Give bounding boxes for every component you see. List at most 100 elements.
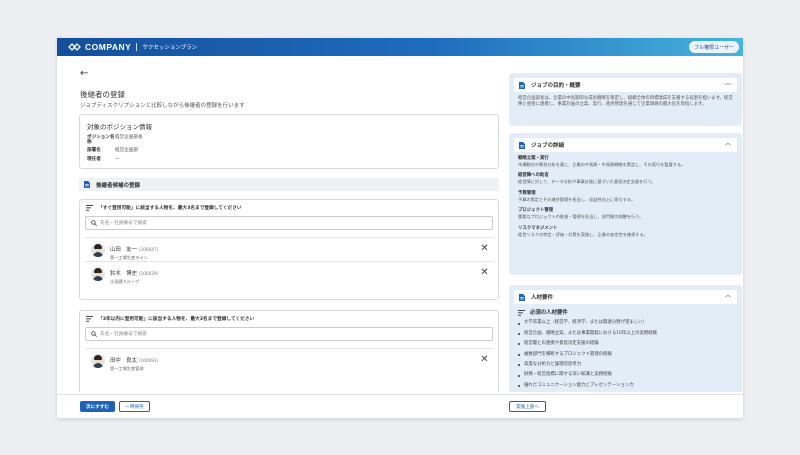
avatar — [91, 266, 105, 281]
position-info-heading: 対象のポジション情報 — [87, 123, 152, 131]
successor-section-header: 後継者候補の登録 — [79, 178, 499, 191]
list-filter-icon — [86, 205, 93, 211]
candidate-id: (100047) — [138, 247, 159, 253]
document-icon — [84, 181, 90, 188]
header-divider — [136, 43, 138, 51]
candidate-id: (100091) — [138, 358, 159, 364]
candidate-info: 山田 友一 (100047) 第一工場生産ライン — [110, 238, 158, 260]
remove-candidate-close-icon[interactable]: ✕ — [479, 243, 490, 254]
job-purpose-text: 経営企画部長は、企業の中長期的な成長戦略を策定し、組織全体の目標達成を支援する役… — [518, 96, 733, 108]
chevron-up-icon[interactable]: ︿ — [725, 141, 731, 147]
document-icon — [519, 293, 525, 301]
search-placeholder: 氏名・社員番号で検索 — [100, 332, 147, 337]
back-arrow-icon[interactable]: ← — [80, 69, 88, 79]
requirement-item: 大学卒業以上（経営学、経済学、または関連分野が望ましい） — [518, 318, 733, 328]
position-value: 経営企画部長 — [115, 135, 143, 140]
document-icon — [519, 81, 525, 89]
department-value: 経営企画部 — [115, 148, 138, 154]
user-role-badge[interactable]: フル権限ユーザー — [689, 41, 739, 53]
job-detail-text: 経営陣に対して、データ分析や事業計画に基づいた意思決定支援を行う。 — [518, 179, 656, 185]
job-detail-item: プロジェクト管理 重要なプロジェクトの推進・管理を担当し、部門間の調整を行う。 — [518, 208, 733, 220]
job-detail-item: 予算管理 予算の策定とその進捗管理を担当し、収益性向上に寄与する。 — [518, 191, 733, 203]
candidate-department: 第一工場生産ライン — [110, 255, 148, 261]
app-header: COMPANY サクセッションプラン フル権限ユーザー — [57, 38, 743, 56]
position-row: 現任者 ー — [87, 158, 491, 163]
incumbent-value: ー — [115, 157, 120, 163]
senior-button[interactable]: 実施上部へ — [509, 401, 546, 412]
list-filter-icon — [518, 310, 525, 316]
requirement-item: 高度な分析力と論理的思考力 — [518, 360, 733, 370]
requirement-item: 複数部門を横断するプロジェクト管理の経験 — [518, 350, 733, 360]
job-details-header[interactable]: ジョブの詳細 ︿ — [514, 138, 737, 152]
job-detail-item: 戦略立案・実行 市場動向や競合分析を基に、企業の中長期・中長期戦略を策定し、その… — [518, 156, 733, 168]
job-detail-item: リスクマネジメント 経営リスクの特定・評価・対策を実施し、企業の安定性を確保する… — [518, 226, 733, 238]
candidate-group-within-3-years: 「3年以内に登用可能」に該当する人物を、最大3名まで登録してください 氏名・社員… — [79, 310, 499, 392]
chevron-up-icon[interactable]: ︿ — [725, 293, 731, 299]
candidate-name: 田中 良太 — [110, 358, 137, 365]
candidate-row: 田中 良太 (100091) 第一工場生産管理 ✕ — [80, 349, 498, 372]
candidate-group-header: 「すぐ登用可能」に該当する人物を、最大3名まで登録してください — [80, 200, 498, 216]
candidate-department: 第一工場生産管理 — [110, 366, 144, 372]
requirements-title: 人材要件 — [531, 295, 554, 301]
job-description-pane[interactable]: ジョブの目的・概要 ︿ 経営企画部長は、企業の中長期的な成長戦略を策定し、組織全… — [509, 56, 743, 392]
position-row: 部署名 経営企画部 — [87, 149, 491, 154]
required-subheading: 必須の人材要件 — [518, 310, 733, 316]
requirement-item: 経営企画、戦略立案、または事業開発における10年以上の実務経験 — [518, 329, 733, 339]
document-icon — [519, 141, 525, 149]
requirement-item: 経営層との連携や意思決定支援の経験 — [518, 339, 733, 349]
footer-action-bar: 次にすすむ 一時保存 実施上部へ — [57, 394, 743, 418]
job-details-title: ジョブの詳細 — [531, 143, 565, 149]
page-subtitle: ジョブディスクリプションと比較しながら後継者の登録を行います — [80, 103, 245, 109]
save-draft-button[interactable]: 一時保存 — [119, 401, 150, 412]
remove-candidate-close-icon[interactable]: ✕ — [479, 267, 490, 278]
requirements-header[interactable]: 人材要件 ︿ — [514, 290, 737, 304]
candidate-group-heading: 「すぐ登用可能」に該当する人物を、最大3名まで登録してください — [98, 206, 242, 211]
job-details-list: 戦略立案・実行 市場動向や競合分析を基に、企業の中長期・中長期戦略を策定し、その… — [514, 152, 737, 238]
candidate-info: 田中 良太 (100091) 第一工場生産管理 — [110, 349, 158, 371]
candidate-search-input[interactable]: 氏名・社員番号で検索 — [85, 327, 493, 341]
position-info-panel: 対象のポジション情報 ポジション名称 経営企画部長 部署名 経営企画部 現任者 … — [79, 114, 499, 169]
candidate-group-ready-now: 「すぐ登用可能」に該当する人物を、最大3名まで登録してください 氏名・社員番号で… — [79, 199, 499, 300]
job-details-card: ジョブの詳細 ︿ 戦略立案・実行 市場動向や競合分析を基に、企業の中長期・中長期… — [509, 133, 742, 275]
next-button[interactable]: 次にすすむ — [80, 401, 115, 412]
logo-mark-icon — [68, 43, 81, 51]
department-label: 部署名 — [87, 148, 101, 154]
job-detail-text: 予算の策定とその進捗管理を担当し、収益性向上に寄与する。 — [518, 196, 636, 202]
candidate-search-input[interactable]: 氏名・社員番号で検索 — [85, 216, 493, 230]
app-window: COMPANY サクセッションプラン フル権限ユーザー ← 後継者の登録 ジョブ… — [57, 38, 743, 418]
candidate-id: (100029) — [138, 271, 159, 277]
position-label: ポジション名称 — [87, 135, 115, 145]
remove-candidate-close-icon[interactable]: ✕ — [479, 354, 490, 365]
candidate-row: 山田 友一 (100047) 第一工場生産ライン ✕ — [80, 238, 498, 261]
requirements-body: 必須の人材要件 大学卒業以上（経営学、経済学、または関連分野が望ましい） 経営企… — [514, 304, 737, 391]
successor-section-title: 後継者候補の登録 — [96, 182, 141, 189]
candidate-department: 企画課グループ — [110, 279, 140, 285]
candidate-info: 鈴木 博史 (100029) 企画課グループ — [110, 262, 158, 284]
avatar — [91, 353, 105, 368]
search-placeholder: 氏名・社員番号で検索 — [100, 221, 147, 226]
search-icon — [91, 220, 97, 226]
job-purpose-title: ジョブの目的・概要 — [531, 83, 581, 89]
job-detail-item: 経営陣への助言 経営陣に対して、データ分析や事業計画に基づいた意思決定支援を行う… — [518, 173, 733, 185]
requirements-card: 人材要件 ︿ 必須の人材要件 大学卒業以上（経営学、経済学、または関連分野が望ま… — [509, 285, 742, 392]
avatar — [91, 242, 105, 257]
page-title: 後継者の登録 — [80, 90, 125, 99]
job-detail-text: 市場動向や競合分析を基に、企業の中長期・中長期戦略を策定し、その実行を監督する。 — [518, 162, 686, 167]
job-detail-text: 重要なプロジェクトの推進・管理を担当し、部門間の調整を行う。 — [518, 214, 644, 220]
candidate-name: 鈴木 博史 — [110, 271, 137, 278]
job-purpose-card: ジョブの目的・概要 ︿ 経営企画部長は、企業の中長期的な成長戦略を策定し、組織全… — [509, 73, 742, 126]
requirements-list: 大学卒業以上（経営学、経済学、または関連分野が望ましい） 経営企画、戦略立案、ま… — [518, 318, 733, 391]
required-subheading-text: 必須の人材要件 — [530, 310, 568, 316]
company-logo[interactable]: COMPANY — [68, 42, 131, 52]
requirement-item: 財務・経営指標に関する深い知識と実務経験 — [518, 370, 733, 380]
list-filter-icon — [86, 316, 93, 322]
position-row: ポジション名称 経営企画部長 — [87, 135, 491, 145]
candidate-name: 山田 友一 — [110, 247, 137, 254]
plan-name: サクセッションプラン — [142, 45, 198, 51]
main-pane: ← 後継者の登録 ジョブディスクリプションと比較しながら後継者の登録を行います … — [57, 56, 502, 392]
search-icon — [91, 331, 97, 337]
chevron-up-icon[interactable]: ︿ — [725, 81, 731, 87]
job-purpose-header[interactable]: ジョブの目的・概要 ︿ — [514, 78, 737, 92]
incumbent-label: 現任者 — [87, 157, 101, 163]
requirement-item: 優れたコミュニケーション能力とプレゼンテーション力 — [518, 381, 733, 391]
